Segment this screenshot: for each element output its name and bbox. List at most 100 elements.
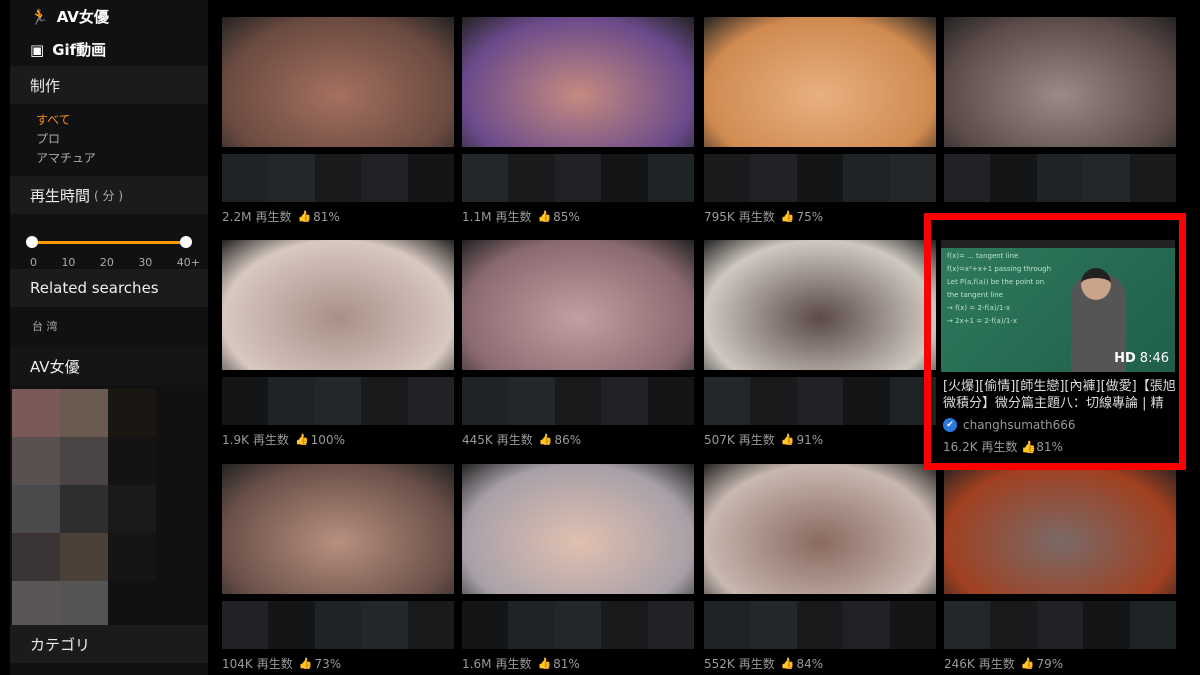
view-count: 16.2K	[943, 440, 978, 454]
video-title[interactable]	[704, 377, 937, 425]
video-card[interactable]: 507K 再生数 👍 91%	[704, 240, 937, 448]
video-stats: 1.1M 再生数 👍 85%	[462, 208, 694, 225]
views-label: 再生数	[495, 210, 532, 224]
sidebar-link-pornstars[interactable]: 🏃 AV女優	[10, 0, 208, 33]
views-label: 再生数	[978, 657, 1015, 671]
rating: 86%	[554, 432, 582, 447]
video-card[interactable]: 445K 再生数 👍 86%	[462, 240, 695, 448]
slider-max-handle[interactable]	[180, 236, 192, 248]
rating: 91%	[796, 432, 824, 447]
views-label: 再生数	[255, 210, 292, 224]
verified-icon: ✔	[943, 418, 957, 432]
video-title[interactable]	[222, 154, 455, 202]
production-heading: 制作	[10, 66, 208, 104]
video-stats: 507K 再生数 👍 91%	[704, 431, 936, 448]
thumbs-up-icon: 👍	[298, 657, 313, 670]
video-title[interactable]	[462, 154, 695, 202]
video-thumbnail[interactable]	[222, 240, 454, 370]
view-count: 104K	[222, 656, 253, 671]
rating: 81%	[1036, 440, 1063, 454]
slider-track	[32, 241, 186, 244]
video-card[interactable]: 104K 再生数 👍 73%	[222, 464, 455, 672]
video-stats: 104K 再生数 👍 73%	[222, 655, 454, 672]
duration-slider[interactable]: 0 10 20 30 40+	[10, 214, 208, 269]
rating: 73%	[314, 656, 342, 671]
view-count: 246K	[944, 656, 975, 671]
video-title[interactable]	[222, 601, 455, 649]
rating: 75%	[796, 209, 824, 224]
video-card[interactable]	[944, 17, 1177, 202]
highlighted-video-card[interactable]: f(x)= ... tangent line f(x)=x²+x+1 passin…	[924, 213, 1186, 470]
view-count: 1.1M	[462, 209, 492, 224]
video-thumbnail[interactable]	[944, 17, 1176, 147]
video-title[interactable]	[462, 601, 695, 649]
slider-ticks: 0 10 20 30 40+	[30, 256, 200, 269]
views-label: 再生数	[738, 210, 775, 224]
thumbs-up-icon: 👍	[537, 210, 552, 223]
video-title[interactable]	[462, 377, 695, 425]
production-amateur[interactable]: アマチュア	[10, 149, 208, 168]
categories-heading: カテゴリ	[10, 625, 208, 663]
video-stats: 16.2K 再生数 👍81%	[943, 438, 1063, 455]
rating: 85%	[553, 209, 580, 224]
video-card[interactable]: 552K 再生数 👍 84%	[704, 464, 937, 672]
video-title[interactable]	[944, 601, 1177, 649]
views-label: 再生数	[738, 657, 775, 671]
sidebar-link-gifs[interactable]: ▣ Gif動画	[10, 33, 208, 66]
video-card[interactable]: 246K 再生数 👍 79%	[944, 464, 1177, 672]
view-count: 1.9K	[222, 432, 249, 447]
thumbs-up-icon: 👍	[780, 433, 795, 446]
video-card[interactable]: 2.2M 再生数 👍 81%	[222, 17, 455, 225]
video-thumbnail[interactable]	[462, 17, 694, 147]
channel[interactable]: ✔ changhsumath666	[943, 418, 1076, 432]
video-thumbnail[interactable]	[704, 17, 936, 147]
video-thumbnail[interactable]	[222, 17, 454, 147]
related-heading: Related searches	[10, 269, 208, 307]
pornstars-heading: AV女優	[10, 347, 208, 385]
video-stats: 246K 再生数 👍 79%	[944, 655, 1176, 672]
video-title[interactable]	[222, 377, 455, 425]
video-thumbnail[interactable]	[462, 240, 694, 370]
video-thumbnail[interactable]	[222, 464, 454, 594]
rating: 84%	[796, 656, 824, 671]
channel-name[interactable]: changhsumath666	[963, 418, 1076, 432]
video-stats: 2.2M 再生数 👍 81%	[222, 208, 454, 225]
video-thumbnail[interactable]	[704, 240, 936, 370]
view-count: 2.2M	[222, 209, 252, 224]
video-title[interactable]: [火爆][偷情][師生戀][內褲][做愛]【張旭微積分】微分篇主題八：切線專論 …	[943, 378, 1179, 412]
duration-heading: 再生時間( 分 )	[10, 176, 208, 214]
video-card[interactable]: 1.9K 再生数 👍 100%	[222, 240, 455, 448]
video-thumbnail[interactable]	[462, 464, 694, 594]
video-title[interactable]	[704, 154, 937, 202]
video-stats: 1.6M 再生数 👍 81%	[462, 655, 694, 672]
video-title[interactable]	[704, 601, 937, 649]
video-thumbnail[interactable]: f(x)= ... tangent line f(x)=x²+x+1 passin…	[941, 240, 1175, 372]
views-label: 再生数	[496, 433, 533, 447]
slider-min-handle[interactable]	[26, 236, 38, 248]
view-count: 445K	[462, 432, 493, 447]
thumbs-up-icon: 👍	[537, 657, 552, 670]
video-card[interactable]: 1.1M 再生数 👍 85%	[462, 17, 695, 225]
video-card[interactable]: 1.6M 再生数 👍 81%	[462, 464, 695, 672]
rating: 81%	[553, 656, 580, 671]
related-item[interactable]: 台 湾	[32, 320, 58, 333]
production-pro[interactable]: プロ	[10, 130, 208, 149]
duration-unit: ( 分 )	[94, 188, 124, 203]
rating: 81%	[313, 209, 340, 224]
video-stats: 552K 再生数 👍 84%	[704, 655, 936, 672]
video-thumbnail[interactable]	[704, 464, 936, 594]
pornstar-thumbnails[interactable]	[12, 389, 208, 629]
thumbs-up-icon: 👍	[1021, 440, 1037, 454]
production-all[interactable]: すべて	[10, 111, 208, 130]
video-stats: 445K 再生数 👍 86%	[462, 431, 694, 448]
views-label: 再生数	[738, 433, 775, 447]
view-count: 795K	[704, 209, 735, 224]
views-label: 再生数	[252, 433, 289, 447]
video-card[interactable]: 795K 再生数 👍 75%	[704, 17, 937, 225]
thumbs-up-icon: 👍	[538, 433, 553, 446]
views-label: 再生数	[981, 440, 1018, 454]
thumbs-up-icon: 👍	[1020, 657, 1035, 670]
video-title[interactable]	[944, 154, 1177, 202]
tick: 40+	[176, 256, 200, 269]
video-thumbnail[interactable]	[944, 464, 1176, 594]
